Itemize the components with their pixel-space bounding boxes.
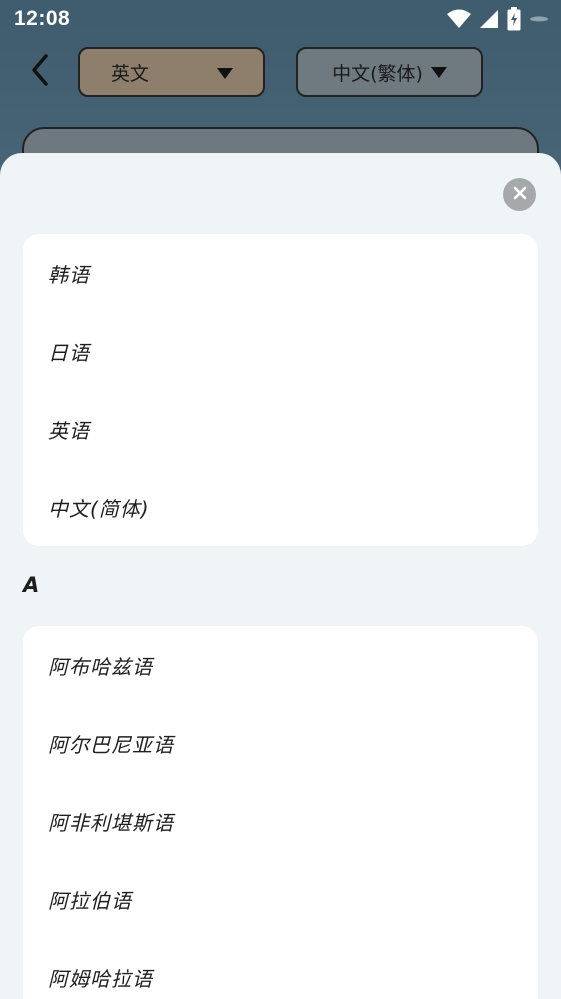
close-button[interactable] [503, 178, 536, 211]
target-language-select[interactable]: 中文(繁体) [296, 47, 483, 97]
language-option-chinese-simplified[interactable]: 中文(简体) [23, 468, 538, 546]
language-option-japanese[interactable]: 日语 [23, 312, 538, 390]
section-header-a: A [23, 573, 40, 597]
source-language-select[interactable]: 英文 [78, 47, 265, 97]
language-picker-sheet: 韩语 日语 英语 中文(简体) A 阿布哈兹语 阿尔巴尼亚语 阿非利堪斯语 阿拉… [0, 153, 561, 999]
language-option-english[interactable]: 英语 [23, 390, 538, 468]
language-option-arabic[interactable]: 阿拉伯语 [23, 860, 538, 938]
language-option-afrikaans[interactable]: 阿非利堪斯语 [23, 782, 538, 860]
language-option-korean[interactable]: 韩语 [23, 234, 538, 312]
language-group-a-card: 阿布哈兹语 阿尔巴尼亚语 阿非利堪斯语 阿拉伯语 阿姆哈拉语 [23, 626, 538, 999]
status-icons [447, 6, 549, 32]
recent-languages-card: 韩语 日语 英语 中文(简体) [23, 234, 538, 546]
target-language-label: 中文(繁体) [332, 62, 423, 85]
status-time: 12:08 [14, 7, 71, 30]
status-bar: 12:08 [0, 0, 561, 38]
language-option-albanian[interactable]: 阿尔巴尼亚语 [23, 704, 538, 782]
back-button[interactable] [22, 52, 58, 92]
language-option-amharic[interactable]: 阿姆哈拉语 [23, 938, 538, 999]
cellular-signal-icon [479, 9, 499, 29]
wifi-icon [447, 9, 471, 29]
battery-charging-icon [507, 7, 521, 31]
chevron-left-icon [30, 54, 50, 90]
caret-down-icon [217, 68, 233, 79]
close-icon [513, 185, 527, 204]
caret-down-icon [430, 66, 447, 78]
source-language-label: 英文 [111, 62, 150, 85]
notification-dot-icon [529, 13, 549, 25]
language-option-abkhaz[interactable]: 阿布哈兹语 [23, 626, 538, 704]
